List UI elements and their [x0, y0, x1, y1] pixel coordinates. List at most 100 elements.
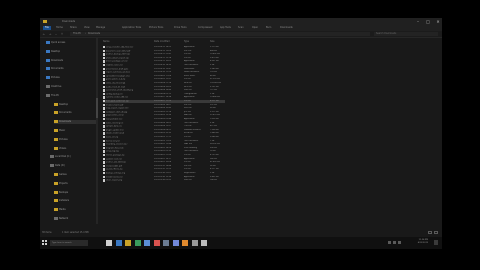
folder-icon — [50, 155, 54, 159]
file-name-text: presentation_draft.pptx — [106, 68, 129, 71]
back-arrow-icon[interactable]: ← — [42, 32, 46, 36]
file-date: 2019-03-30 09:52 — [154, 179, 172, 182]
maximize-button[interactable]: □ — [424, 19, 432, 24]
file-icon — [103, 114, 105, 117]
nav-tree-item[interactable]: Projects — [54, 181, 96, 186]
folder-icon — [54, 217, 58, 220]
file-row[interactable]: chart_export.png 2019-03-30 09:52 PNG File… — [103, 179, 225, 182]
ribbon-tab[interactable]: Compressed — [198, 26, 212, 30]
ribbon-tab[interactable]: Home — [56, 26, 63, 30]
ribbon-tab[interactable]: Open — [252, 26, 258, 30]
nav-tree-label: Music — [59, 129, 66, 132]
file-name-text: spreadsheet_budget.xlsx — [106, 75, 130, 78]
ribbon-tab[interactable]: Picture Tools — [149, 26, 163, 30]
folder-icon — [46, 67, 50, 71]
minimize-button[interactable]: – — [414, 19, 422, 24]
network-icon[interactable] — [388, 241, 391, 244]
media-icon[interactable] — [182, 240, 188, 246]
nav-tree-item[interactable]: Documents — [46, 67, 96, 71]
nav-tree-label: Network — [59, 217, 69, 220]
folder-icon — [46, 58, 50, 62]
title-bar[interactable]: Downloads – □ ✕ — [40, 18, 442, 25]
nav-tree-item[interactable]: Network — [54, 217, 96, 221]
breadcrumb-this-pc[interactable]: This PC — [73, 32, 81, 36]
up-arrow-icon[interactable]: ↑ — [60, 32, 64, 36]
ribbon-tab[interactable]: App Tools — [220, 26, 231, 30]
status-bar: 38 items 1 item selected 15.4 MB — [40, 228, 442, 237]
details-view-icon[interactable] — [428, 231, 432, 234]
nav-tree-item[interactable]: Quick access — [46, 41, 96, 45]
ribbon-tab[interactable]: File — [43, 26, 51, 30]
file-icon — [103, 175, 105, 178]
notifications-icon[interactable] — [434, 240, 438, 245]
nav-tree-item[interactable]: OneDrive — [46, 85, 96, 89]
ribbon-tab[interactable]: Application Tools — [122, 26, 141, 30]
ribbon-tab[interactable]: Burn — [266, 26, 271, 30]
task-view-icon[interactable] — [106, 240, 112, 246]
folder-icon — [54, 190, 58, 194]
store-icon[interactable] — [134, 240, 141, 246]
chevron-down-icon[interactable]: ⌄ — [54, 32, 58, 36]
ribbon-tab[interactable]: Downloads — [280, 26, 293, 30]
explorer-icon[interactable] — [125, 240, 131, 246]
nav-scrollbar-thumb[interactable] — [96, 98, 98, 118]
battery-icon[interactable] — [398, 241, 401, 244]
search-input[interactable]: Search Downloads — [374, 32, 438, 36]
nav-tree-item[interactable]: Data (D:) — [50, 164, 96, 168]
address-bar[interactable]: This PC › Downloads — [70, 32, 370, 36]
folder-icon — [54, 199, 58, 203]
folder-icon — [46, 41, 50, 44]
breadcrumb-downloads[interactable]: Downloads — [88, 32, 100, 36]
nav-tree-item[interactable]: Desktop — [46, 49, 96, 54]
nav-tree-label: Downloads — [59, 120, 72, 124]
file-name-text: theme_package.zip — [106, 154, 125, 157]
nav-tree-item[interactable]: Installers — [54, 199, 96, 203]
edge-icon[interactable] — [115, 240, 122, 246]
nav-tree-item[interactable]: Downloads — [46, 58, 96, 63]
nav-tree-item[interactable]: Pictures — [54, 137, 96, 142]
clock-date: 4/12/2019 — [417, 242, 428, 244]
taskbar-clock[interactable]: 11:24 PM 4/12/2019 — [408, 239, 428, 245]
nav-tree-item[interactable]: Pictures — [46, 76, 96, 80]
steam-icon[interactable] — [163, 240, 169, 246]
nav-tree-item[interactable]: Music — [54, 129, 96, 133]
nav-tree-label: Games — [59, 173, 67, 176]
column-header-name[interactable]: Name — [103, 40, 109, 44]
file-icon — [103, 60, 105, 63]
discord-icon[interactable] — [172, 240, 179, 246]
nav-scrollbar[interactable] — [96, 38, 98, 224]
ribbon-tab[interactable]: Drive Tools — [174, 26, 187, 30]
ribbon-tab[interactable]: Scan — [238, 26, 244, 30]
nav-tree-item[interactable]: Media — [54, 208, 96, 212]
file-name-text: archive_backup_2019.zip — [106, 53, 130, 56]
nav-tree-item[interactable]: Games — [54, 173, 96, 177]
column-header-size[interactable]: Size — [210, 40, 215, 44]
nav-tree-item[interactable]: Documents — [54, 111, 96, 115]
nav-tree-item[interactable]: Desktop — [54, 102, 96, 107]
ribbon-tab[interactable]: Manage — [96, 26, 105, 30]
settings-icon[interactable] — [201, 240, 207, 246]
nav-tree-item[interactable]: Local Disk (C:) — [50, 155, 96, 159]
forward-arrow-icon[interactable]: → — [48, 32, 52, 36]
column-header-type[interactable]: Type — [184, 40, 189, 44]
nav-tree-item[interactable]: Backups — [54, 190, 96, 195]
file-name-text: backup_settings.reg — [106, 172, 126, 175]
column-header-date[interactable]: Date modified — [154, 40, 170, 44]
mail-icon[interactable] — [144, 240, 150, 246]
taskbar-search-input[interactable]: Type here to search — [50, 240, 88, 246]
close-button[interactable]: ✕ — [434, 19, 442, 24]
nav-tree-item[interactable]: This PC — [46, 93, 96, 98]
ribbon-tab[interactable]: View — [84, 26, 89, 30]
folder-icon — [54, 208, 58, 212]
file-icon — [103, 150, 105, 153]
large-icons-view-icon[interactable] — [434, 231, 438, 234]
nav-tree-item[interactable]: Videos — [54, 146, 96, 151]
chrome-icon[interactable] — [153, 240, 160, 246]
volume-icon[interactable] — [393, 241, 396, 244]
terminal-icon[interactable] — [191, 240, 198, 246]
file-icon — [103, 136, 105, 139]
file-name-text: recording_session.wav — [106, 143, 128, 146]
windows-start-icon[interactable] — [42, 240, 47, 245]
ribbon-tab[interactable]: Share — [70, 26, 77, 30]
nav-tree-item[interactable]: Downloads — [54, 120, 96, 125]
